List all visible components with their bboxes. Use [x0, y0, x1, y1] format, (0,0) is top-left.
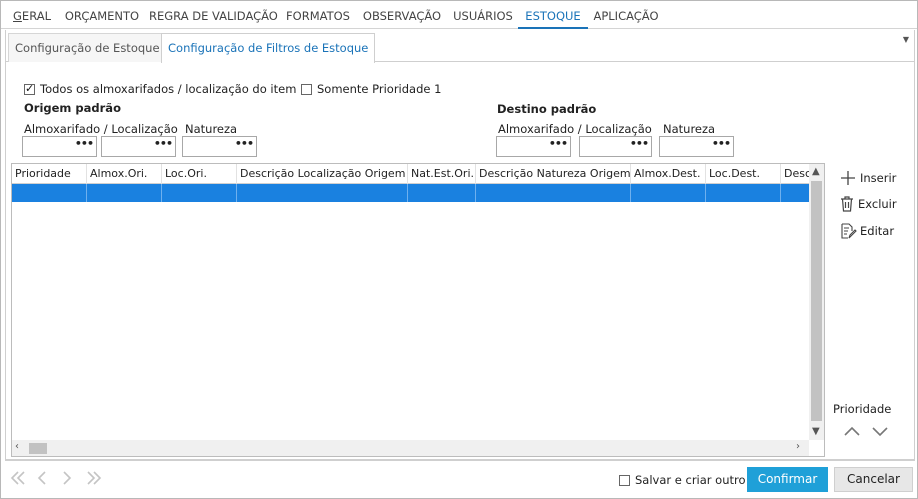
all-warehouses-checkbox[interactable]: Todos os almoxarifados / localização do … — [24, 82, 296, 96]
tab-aplicacao[interactable]: APLICAÇÃO — [591, 1, 661, 29]
insert-button[interactable]: Inserir — [839, 169, 896, 187]
all-warehouses-label: Todos os almoxarifados / localização do … — [40, 82, 297, 96]
origin-location-field[interactable]: ••• — [101, 136, 176, 157]
plus-icon — [841, 171, 855, 185]
confirm-button[interactable]: Confirmar — [747, 467, 828, 492]
column-header-nat-est-ori[interactable]: Nat.Est.Ori. — [408, 164, 476, 184]
all-warehouses-checkbox-box[interactable] — [24, 82, 35, 95]
column-header-loc-dest[interactable]: Loc.Dest. — [706, 164, 781, 184]
table-cell[interactable] — [706, 184, 781, 202]
delete-button[interactable]: Excluir — [839, 195, 897, 213]
tab-orcamento[interactable]: ORÇAMENTO — [61, 1, 143, 29]
table-cell[interactable] — [631, 184, 706, 202]
tab-geral-rest: ERAL — [21, 9, 51, 23]
tab-regra-de-validacao[interactable]: REGRA DE VALIDAÇÃO — [149, 1, 278, 29]
trash-icon — [841, 196, 853, 212]
origin-nature-lookup-icon[interactable]: ••• — [235, 137, 254, 150]
column-header-loc-ori[interactable]: Loc.Ori. — [162, 164, 237, 184]
horizontal-scrollbar[interactable]: ‹ › — [12, 440, 809, 456]
destination-nature-field[interactable]: ••• — [659, 136, 734, 157]
dialog-window: GERAL ORÇAMENTO REGRA DE VALIDAÇÃO FORMA… — [0, 0, 918, 499]
scroll-down-arrow-icon[interactable]: ▼ — [812, 426, 820, 437]
tab-usuarios[interactable]: USUÁRIOS — [450, 1, 516, 29]
destination-warehouse-label: Almoxarifado / Localização — [498, 122, 652, 136]
tab-configuracao-de-filtros-de-estoque[interactable]: Configuração de Filtros de Estoque — [161, 33, 376, 63]
tab-configuracao-de-estoque[interactable]: Configuração de Estoque — [8, 33, 167, 62]
table-cell[interactable] — [87, 184, 162, 202]
destination-location-field[interactable]: ••• — [579, 136, 652, 157]
vertical-scrollbar[interactable]: ▲ ▼ — [809, 164, 824, 440]
origin-section-title: Origem padrão — [24, 101, 121, 115]
priority-label: Prioridade — [833, 402, 892, 416]
save-and-new-label: Salvar e criar outro — [635, 473, 746, 487]
table-cell[interactable] — [476, 184, 631, 202]
cancel-button[interactable]: Cancelar — [834, 467, 913, 492]
previous-record-icon[interactable] — [36, 470, 48, 486]
column-header-almox-ori[interactable]: Almox.Ori. — [87, 164, 162, 184]
sub-tab-bar: Configuração de Estoque Configuração de … — [5, 30, 915, 63]
origin-warehouse-field[interactable]: ••• — [22, 136, 97, 157]
destination-section-title: Destino padrão — [497, 102, 597, 116]
tab-geral[interactable]: GERAL — [9, 1, 55, 29]
scroll-up-arrow-icon[interactable]: ▲ — [812, 166, 820, 177]
column-header-descricao-localizacao-origem[interactable]: Descrição Localização Origem — [237, 164, 408, 184]
priority-one-checkbox[interactable]: Somente Prioridade 1 — [301, 82, 441, 96]
column-header-desc[interactable]: Desc — [781, 164, 809, 184]
destination-nature-lookup-icon[interactable]: ••• — [712, 137, 731, 150]
table-row-selected[interactable] — [12, 184, 809, 202]
main-tab-bar: GERAL ORÇAMENTO REGRA DE VALIDAÇÃO FORMA… — [1, 1, 917, 29]
table-cell[interactable] — [237, 184, 408, 202]
save-and-new-checkbox[interactable]: Salvar e criar outro — [619, 473, 746, 487]
column-header-descricao-natureza-origem[interactable]: Descrição Natureza Origem — [476, 164, 631, 184]
delete-label: Excluir — [858, 197, 897, 211]
edit-button[interactable]: Editar — [839, 222, 894, 240]
origin-warehouse-label: Almoxarifado / Localização — [24, 122, 178, 136]
tab-overflow-caret-icon[interactable]: ▼ — [903, 35, 909, 44]
table-cell[interactable] — [12, 184, 87, 202]
destination-location-lookup-icon[interactable]: ••• — [630, 137, 649, 150]
scroll-left-arrow-icon[interactable]: ‹ — [15, 441, 19, 452]
insert-label: Inserir — [860, 171, 897, 185]
priority-one-checkbox-box[interactable] — [301, 83, 312, 95]
origin-nature-label: Natureza — [185, 122, 238, 136]
filters-grid[interactable]: Prioridade Almox.Ori. Loc.Ori. Descrição… — [11, 163, 825, 457]
vertical-scroll-thumb[interactable] — [811, 181, 822, 421]
priority-one-label: Somente Prioridade 1 — [317, 82, 442, 96]
grid-header: Prioridade Almox.Ori. Loc.Ori. Descrição… — [12, 164, 809, 184]
origin-warehouse-lookup-icon[interactable]: ••• — [75, 137, 94, 150]
table-cell[interactable] — [408, 184, 476, 202]
save-and-new-checkbox-box[interactable] — [619, 474, 630, 486]
destination-warehouse-field[interactable]: ••• — [496, 136, 571, 157]
table-cell[interactable] — [162, 184, 237, 202]
column-header-prioridade[interactable]: Prioridade — [12, 164, 87, 184]
footer-divider — [5, 460, 915, 461]
last-record-icon[interactable] — [85, 470, 103, 486]
tab-geral-underlined: G — [13, 9, 22, 23]
next-record-icon[interactable] — [61, 470, 73, 486]
priority-up-icon[interactable] — [843, 425, 861, 437]
horizontal-scroll-thumb[interactable] — [29, 443, 47, 454]
first-record-icon[interactable] — [9, 470, 27, 486]
tab-observacao[interactable]: OBSERVAÇÃO — [360, 1, 444, 29]
destination-warehouse-lookup-icon[interactable]: ••• — [549, 137, 568, 150]
scroll-right-arrow-icon[interactable]: › — [796, 441, 800, 452]
edit-document-icon — [841, 223, 857, 239]
column-header-almox-dest[interactable]: Almox.Dest. — [631, 164, 706, 184]
edit-label: Editar — [860, 224, 895, 238]
priority-down-icon[interactable] — [871, 425, 889, 437]
origin-location-lookup-icon[interactable]: ••• — [154, 137, 173, 150]
tab-formatos[interactable]: FORMATOS — [283, 1, 353, 29]
origin-nature-field[interactable]: ••• — [182, 136, 257, 157]
destination-nature-label: Natureza — [663, 122, 716, 136]
tab-estoque[interactable]: ESTOQUE — [518, 1, 588, 29]
